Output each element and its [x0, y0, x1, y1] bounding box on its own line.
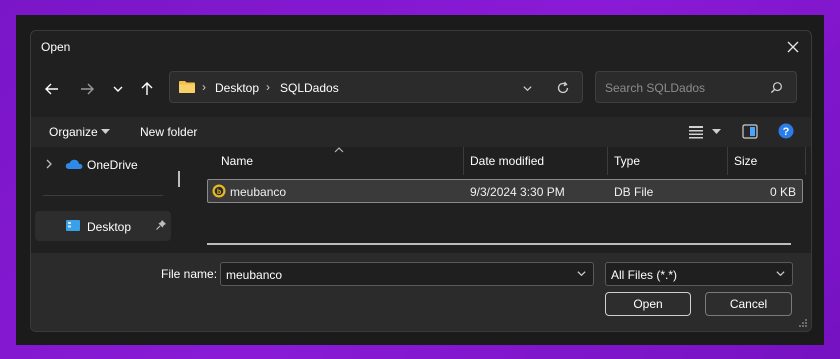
- file-list: Name Date modified Type Size b meubanco …: [207, 147, 811, 253]
- file-name-dropdown-icon[interactable]: [576, 268, 587, 279]
- file-size: 0 KB: [769, 185, 796, 199]
- dialog-footer: File name: meubanco All Files (*.*) Open…: [31, 253, 811, 331]
- help-icon[interactable]: ?: [778, 123, 794, 139]
- column-header-size[interactable]: Size: [728, 147, 804, 175]
- close-icon: [787, 41, 799, 53]
- file-name: meubanco: [230, 185, 287, 199]
- sidebar-divider: [43, 195, 163, 196]
- column-header-label: Name: [221, 154, 254, 168]
- navigation-pane: OneDrive Desktop: [31, 147, 187, 253]
- sidebar-item-onedrive[interactable]: OneDrive: [35, 149, 171, 179]
- search-icon: [770, 82, 782, 94]
- desktop-icon: [66, 220, 80, 231]
- open-button[interactable]: Open: [605, 292, 691, 316]
- back-arrow-icon: [45, 83, 58, 95]
- navigation-pane-scrollbar[interactable]: [178, 171, 180, 187]
- forward-arrow-icon: [81, 83, 94, 95]
- breadcrumb-sqldados[interactable]: SQLDados: [280, 81, 339, 95]
- svg-text:b: b: [217, 189, 221, 196]
- sidebar-item-desktop[interactable]: Desktop: [35, 211, 171, 241]
- back-button[interactable]: [40, 77, 64, 101]
- preview-pane-icon[interactable]: [742, 124, 758, 139]
- organize-dropdown-icon: [101, 129, 110, 134]
- command-bar: Organize New folder ?: [31, 117, 811, 147]
- svg-text:?: ?: [783, 126, 790, 138]
- search-box[interactable]: Search SQLDados: [595, 71, 797, 103]
- column-header-name[interactable]: Name: [207, 147, 463, 175]
- cancel-button[interactable]: Cancel: [705, 292, 792, 316]
- horizontal-scrollbar[interactable]: [207, 243, 791, 245]
- column-divider[interactable]: [805, 147, 806, 175]
- open-file-dialog: Open › Desktop › SQLDados Search SQLDado…: [30, 30, 812, 332]
- dialog-title: Open: [41, 40, 71, 54]
- refresh-icon[interactable]: [556, 81, 570, 95]
- file-date-modified: 9/3/2024 3:30 PM: [470, 185, 565, 199]
- address-bar[interactable]: › Desktop › SQLDados: [169, 71, 583, 103]
- sidebar-item-label: OneDrive: [87, 158, 138, 172]
- breadcrumb-desktop[interactable]: Desktop: [215, 81, 259, 95]
- breadcrumb-separator-icon: ›: [266, 80, 270, 94]
- breadcrumb-separator-icon: ›: [202, 80, 206, 94]
- expand-chevron-icon[interactable]: [45, 159, 53, 169]
- resize-grip-icon[interactable]: [798, 318, 808, 328]
- new-folder-button[interactable]: New folder: [140, 125, 197, 139]
- title-bar: Open: [31, 31, 811, 63]
- file-name-input[interactable]: meubanco: [220, 262, 594, 286]
- sidebar-item-label: Desktop: [87, 220, 132, 234]
- chevron-down-icon: [113, 86, 123, 92]
- db-file-icon: b: [212, 184, 226, 198]
- file-name-value: meubanco: [226, 268, 283, 282]
- forward-button[interactable]: [75, 77, 99, 101]
- address-history-chevron-icon[interactable]: [522, 83, 533, 94]
- organize-button[interactable]: Organize: [49, 125, 98, 139]
- close-button[interactable]: [775, 31, 811, 63]
- column-header-type[interactable]: Type: [608, 147, 726, 175]
- filter-dropdown-icon: [776, 271, 785, 277]
- file-type: DB File: [614, 185, 654, 199]
- folder-icon: [179, 81, 195, 93]
- view-dropdown-icon[interactable]: [712, 129, 721, 135]
- onedrive-cloud-icon: [65, 159, 83, 169]
- recent-locations-button[interactable]: [106, 77, 130, 101]
- file-row[interactable]: b meubanco 9/3/2024 3:30 PM DB File 0 KB: [207, 179, 803, 203]
- navigation-bar: › Desktop › SQLDados Search SQLDados: [31, 67, 811, 111]
- file-type-filter[interactable]: All Files (*.*): [605, 262, 793, 286]
- pin-icon[interactable]: [155, 219, 167, 231]
- file-type-filter-value: All Files (*.*): [611, 268, 678, 282]
- column-header-date-modified[interactable]: Date modified: [464, 147, 606, 175]
- column-header-label: Type: [614, 154, 641, 168]
- column-header-label: Size: [734, 154, 758, 168]
- file-name-label: File name:: [161, 267, 218, 281]
- up-arrow-icon: [141, 82, 153, 95]
- search-placeholder: Search SQLDados: [605, 81, 706, 95]
- view-options-icon[interactable]: [688, 125, 704, 139]
- up-button[interactable]: [135, 77, 159, 101]
- column-header-label: Date modified: [470, 154, 545, 168]
